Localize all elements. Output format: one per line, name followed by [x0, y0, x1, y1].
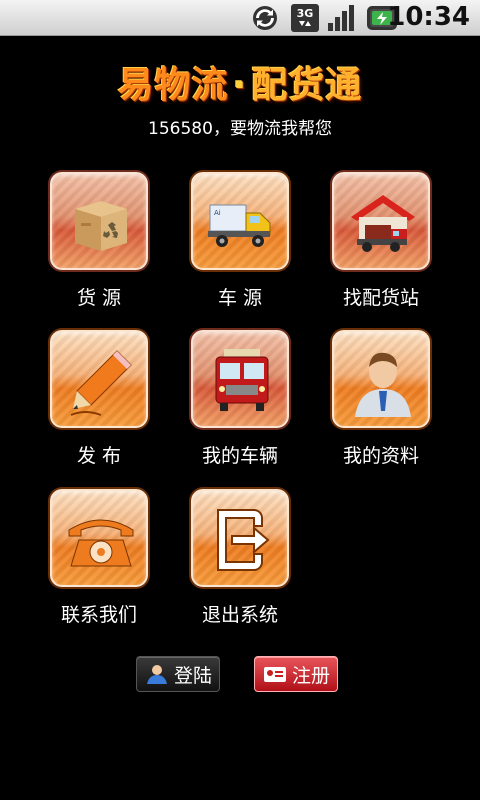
exit-icon	[217, 509, 270, 571]
my-profile-button[interactable]	[332, 330, 430, 428]
login-label: 登陆	[173, 664, 212, 687]
app-logo: 易物流 · 配货通	[0, 56, 480, 106]
sync-icon	[253, 6, 277, 30]
grid-label-my-vehicles: 我的车辆	[201, 445, 278, 467]
vehicle-source-button[interactable]: Ai	[191, 172, 289, 270]
svg-text:Ai: Ai	[214, 209, 221, 217]
3g-data-icon: 3G	[291, 4, 319, 32]
grid-label-my-profile: 我的资料	[342, 445, 419, 467]
find-depot-button[interactable]	[332, 172, 430, 270]
exit-system-button[interactable]	[191, 489, 289, 587]
grid-label-find-depot: 找配货站	[342, 287, 419, 309]
grid-label-vehicle-source: 车 源	[217, 287, 263, 309]
register-label: 注册	[291, 664, 330, 687]
depot-icon	[351, 195, 415, 252]
telephone-icon	[68, 519, 134, 567]
status-time: 10:34	[387, 2, 470, 32]
welcome-subtitle: 156580，要物流我帮您	[148, 119, 332, 139]
bus-front-icon	[215, 349, 269, 411]
contact-us-button[interactable]	[50, 489, 148, 587]
cargo-box-icon	[75, 201, 127, 251]
truck-icon: Ai	[208, 204, 271, 247]
logo-sub-text: 配货通	[251, 65, 363, 106]
publish-button[interactable]	[50, 330, 148, 428]
grid-label-cargo-source: 货 源	[76, 287, 122, 309]
logo-dot: ·	[232, 65, 248, 106]
register-button[interactable]: 注册	[254, 656, 338, 692]
logo-main-text: 易物流	[117, 65, 229, 106]
pencil-icon	[70, 350, 132, 416]
user-icon	[146, 665, 167, 684]
my-vehicles-button[interactable]	[191, 330, 289, 428]
status-bar: 3G 10:34	[0, 0, 480, 36]
signal-strength-icon	[328, 5, 354, 31]
id-card-icon	[263, 667, 286, 682]
login-button[interactable]: 登陆	[136, 656, 220, 692]
grid-label-exit-system: 退出系统	[201, 604, 278, 626]
svg-text:3G: 3G	[297, 7, 314, 20]
user-profile-icon	[355, 352, 411, 417]
grid-label-publish: 发 布	[76, 445, 122, 467]
grid-label-contact-us: 联系我们	[60, 604, 137, 626]
cargo-source-button[interactable]	[50, 172, 148, 270]
